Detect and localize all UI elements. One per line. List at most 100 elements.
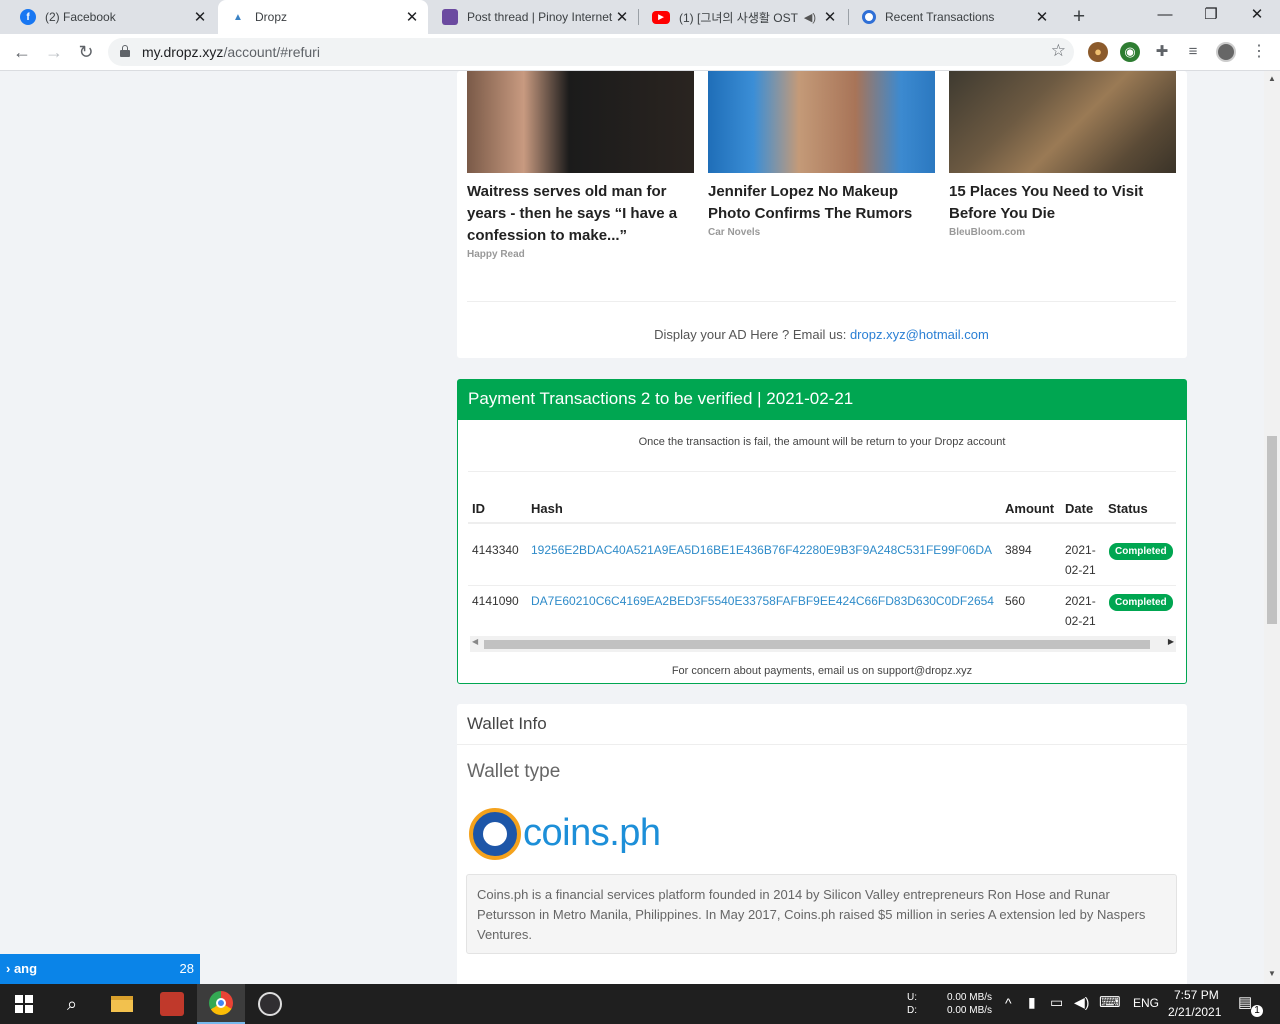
extensions-puzzle-icon[interactable]: ✚ — [1152, 42, 1172, 62]
scroll-right-arrow-icon[interactable]: ▶ — [1168, 637, 1174, 646]
close-icon[interactable]: ✕ — [192, 8, 208, 26]
microphone-icon[interactable]: ▮ — [1028, 994, 1036, 1011]
cell-date: 2021- — [1065, 594, 1096, 608]
forward-button[interactable]: → — [40, 38, 68, 66]
ad-item[interactable]: Waitress serves old man for years - then… — [467, 71, 694, 260]
tab-title: (1) [그녀의 사생활 OST — [679, 10, 798, 25]
facebook-icon: f — [20, 9, 36, 25]
ad-image[interactable] — [708, 71, 935, 173]
scroll-down-arrow-icon[interactable]: ▼ — [1264, 969, 1280, 978]
cell-date: 02-21 — [1065, 614, 1096, 628]
wallet-info-card: Wallet Info Wallet type coins.ph Coins.p… — [457, 704, 1187, 984]
minimize-button[interactable]: — — [1142, 0, 1188, 32]
globe-extension-icon[interactable]: ◉ — [1120, 42, 1140, 62]
scroll-up-arrow-icon[interactable]: ▲ — [1264, 74, 1280, 83]
tab-dropz[interactable]: ▲ Dropz ✕ — [218, 0, 428, 34]
ad-email-link[interactable]: dropz.xyz@hotmail.com — [850, 327, 989, 342]
column-header-hash: Hash — [531, 501, 563, 516]
speaker-icon[interactable]: ◀) — [804, 11, 816, 24]
chrome-icon[interactable] — [197, 984, 245, 1024]
dropz-icon: ▲ — [233, 11, 243, 23]
ad-contact-line: Display your AD Here ? Email us: dropz.x… — [457, 327, 1186, 342]
chevron-up-icon[interactable]: ^ — [1005, 995, 1012, 1011]
scrollbar-thumb[interactable] — [1267, 436, 1277, 624]
wallet-type-label: Wallet type — [467, 761, 561, 782]
taskbar: ⌕ U: D: 0.00 MB/s 0.00 MB/s ^ ▮ ▭ ◀) ⌨ E… — [0, 984, 1280, 1024]
reload-button[interactable]: ↻ — [72, 38, 100, 66]
wallet-info-title: Wallet Info — [467, 714, 547, 733]
tab-pinoy[interactable]: Post thread | Pinoy Internet ✕ — [430, 0, 638, 34]
address-bar[interactable]: my.dropz.xyz/account/#refuri ☆ — [108, 38, 1074, 66]
tab-youtube[interactable]: ▶ (1) [그녀의 사생활 OST ◀) ✕ — [640, 0, 846, 34]
header-divider — [468, 522, 1176, 524]
payment-transactions-title: Payment Transactions 2 to be verified | … — [458, 380, 1186, 420]
ad-card: Waitress serves old man for years - then… — [457, 71, 1187, 358]
restore-button[interactable]: ❐ — [1188, 0, 1234, 32]
table-horizontal-scrollbar[interactable]: ◀ ▶ — [470, 636, 1176, 652]
network-icon[interactable]: ▭ — [1050, 994, 1063, 1011]
tab-title: Post thread | Pinoy Internet — [467, 10, 613, 24]
lock-icon[interactable] — [120, 45, 130, 57]
close-icon[interactable]: ✕ — [404, 8, 420, 26]
language-indicator[interactable]: ENG — [1133, 996, 1159, 1010]
ad-headline[interactable]: Jennifer Lopez No Makeup Photo Confirms … — [708, 181, 935, 225]
windows-start-icon[interactable] — [0, 984, 48, 1024]
column-header-date: Date — [1065, 501, 1094, 516]
ad-source: Car Novels — [708, 227, 761, 238]
search-icon[interactable]: ⌕ — [48, 984, 96, 1024]
tab-recent-transactions[interactable]: Recent Transactions ✕ — [850, 0, 1058, 34]
close-icon[interactable]: ✕ — [614, 8, 630, 26]
keyboard-icon[interactable]: ⌨ — [1099, 993, 1121, 1011]
close-window-button[interactable]: ✕ — [1234, 0, 1280, 32]
scrollbar-thumb[interactable] — [484, 640, 1150, 649]
cookie-extension-icon[interactable]: ● — [1088, 42, 1108, 62]
app-icon[interactable] — [148, 984, 196, 1024]
page-scrollbar[interactable]: ▲ ▼ — [1264, 71, 1280, 984]
back-button[interactable]: ← — [8, 38, 36, 66]
file-explorer-icon[interactable] — [98, 984, 146, 1024]
floating-widget[interactable]: › ang 28 — [0, 954, 200, 984]
ad-item[interactable]: 15 Places You Need to Visit Before You D… — [949, 71, 1176, 238]
media-queue-icon[interactable]: ≡ — [1183, 42, 1203, 62]
new-tab-button[interactable]: + — [1066, 4, 1092, 30]
tab-title: (2) Facebook — [45, 10, 116, 24]
cell-hash-link[interactable]: 19256E2BDAC40A521A9EA5D16BE1E436B76F4228… — [531, 540, 992, 560]
menu-kebab-icon[interactable]: ⋮ — [1249, 42, 1269, 62]
cell-date: 2021- — [1065, 543, 1096, 557]
profile-avatar[interactable] — [1216, 42, 1236, 62]
ad-image[interactable] — [949, 71, 1176, 173]
close-icon[interactable]: ✕ — [822, 8, 838, 26]
ad-source: Happy Read — [467, 249, 525, 260]
cell-amount: 3894 — [1005, 543, 1032, 557]
ad-item[interactable]: Jennifer Lopez No Makeup Photo Confirms … — [708, 71, 935, 238]
status-badge: Completed — [1109, 594, 1173, 611]
cell-date: 02-21 — [1065, 563, 1096, 577]
bookmark-star-icon[interactable]: ☆ — [1051, 41, 1066, 61]
coin-icon — [862, 10, 876, 24]
ad-headline[interactable]: Waitress serves old man for years - then… — [467, 181, 694, 247]
obs-icon[interactable] — [246, 984, 294, 1024]
clock-time[interactable]: 7:57 PM — [1174, 988, 1219, 1002]
tab-title: Dropz — [255, 10, 288, 24]
ad-headline[interactable]: 15 Places You Need to Visit Before You D… — [949, 181, 1176, 225]
divider — [457, 744, 1187, 745]
volume-icon[interactable]: ◀) — [1074, 994, 1089, 1011]
widget-label: › ang — [6, 961, 38, 976]
tab-facebook[interactable]: f (2) Facebook ✕ — [8, 0, 216, 34]
coins-ph-logo: coins.ph — [469, 808, 669, 864]
net-up-label: U: — [907, 992, 917, 1003]
payment-transactions-card: Payment Transactions 2 to be verified | … — [457, 379, 1187, 684]
cell-id: 4141090 — [472, 594, 519, 608]
close-icon[interactable]: ✕ — [1034, 8, 1050, 26]
cell-hash-link[interactable]: DA7E60210C6C4169EA2BED3F5540E33758FAFBF9… — [531, 591, 994, 611]
cell-amount: 560 — [1005, 594, 1026, 608]
ad-image[interactable] — [467, 71, 694, 173]
clock-date[interactable]: 2/21/2021 — [1168, 1005, 1221, 1019]
divider — [468, 471, 1176, 472]
column-header-id: ID — [472, 501, 485, 516]
notification-icon[interactable]: ▤ — [1238, 993, 1252, 1011]
payment-footer: For concern about payments, email us on … — [671, 665, 973, 677]
net-up-speed: 0.00 MB/s — [947, 992, 993, 1003]
payment-note: Once the transaction is fail, the amount… — [638, 436, 1006, 448]
scroll-left-arrow-icon[interactable]: ◀ — [472, 637, 478, 646]
